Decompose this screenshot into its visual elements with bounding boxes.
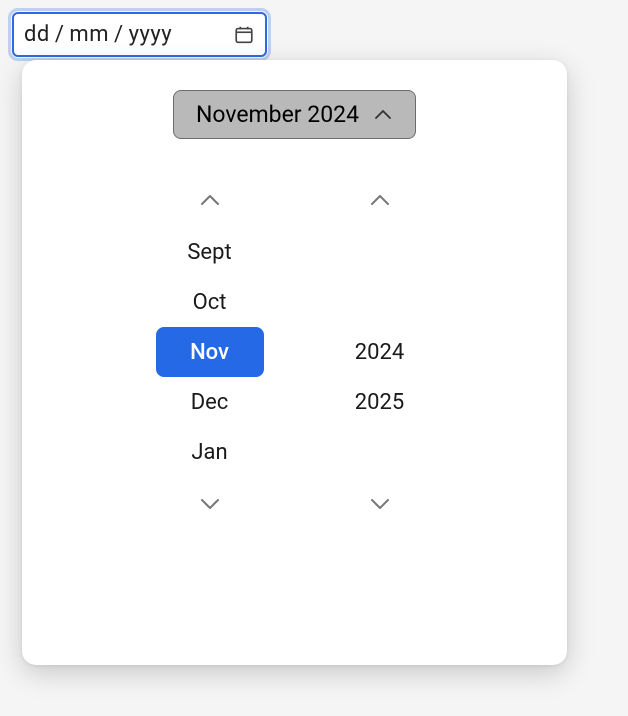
month-field[interactable]: mm (69, 22, 109, 47)
month-option[interactable]: Sept (156, 227, 264, 277)
chevron-up-icon (373, 108, 393, 122)
year-up-button[interactable] (360, 185, 400, 215)
day-field[interactable]: dd (24, 22, 50, 47)
calendar-icon[interactable] (233, 24, 255, 46)
header-label: November 2024 (196, 101, 359, 128)
separator: / (114, 22, 124, 47)
month-down-button[interactable] (190, 489, 230, 519)
date-picker-popup: November 2024 Sept Oct Nov Dec Jan (22, 60, 567, 665)
month-values: Sept Oct Nov Dec Jan (156, 227, 264, 477)
year-option[interactable]: 2024 (326, 327, 434, 377)
year-spinner: 2024 2025 (315, 185, 445, 519)
year-values: 2024 2025 (326, 227, 434, 477)
date-input[interactable]: dd / mm / yyyy (12, 12, 267, 57)
month-spinner: Sept Oct Nov Dec Jan (145, 185, 275, 519)
year-field[interactable]: yyyy (129, 22, 173, 47)
separator: / (55, 22, 65, 47)
month-option-selected[interactable]: Nov (156, 327, 264, 377)
spinner-area: Sept Oct Nov Dec Jan 2024 (145, 185, 445, 519)
year-down-button[interactable] (360, 489, 400, 519)
month-option[interactable]: Oct (156, 277, 264, 327)
month-year-header-button[interactable]: November 2024 (173, 90, 416, 139)
date-input-text[interactable]: dd / mm / yyyy (24, 22, 172, 47)
year-option[interactable]: 2025 (326, 377, 434, 427)
month-up-button[interactable] (190, 185, 230, 215)
month-option[interactable]: Jan (156, 427, 264, 477)
month-option[interactable]: Dec (156, 377, 264, 427)
